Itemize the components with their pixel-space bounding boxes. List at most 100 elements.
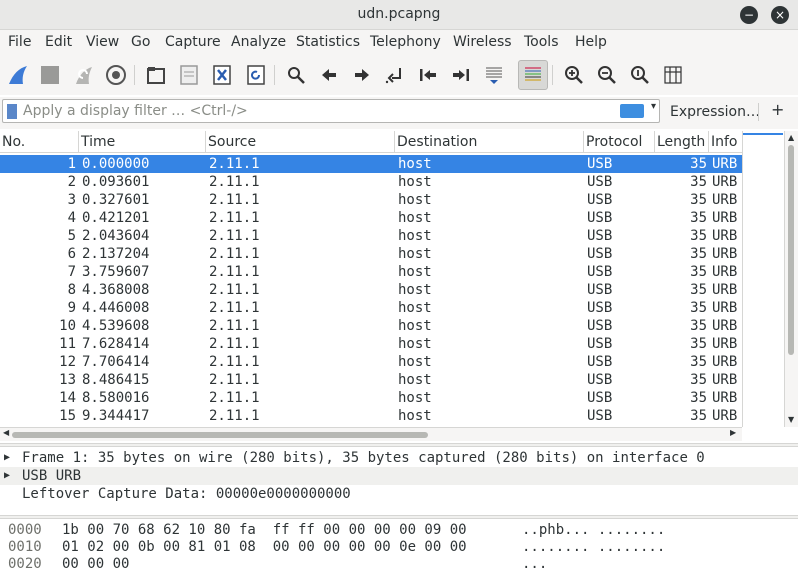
expand-arrow-icon[interactable]: ▶: [4, 449, 10, 467]
packet-row[interactable]: 3 0.327601 2.11.1 host USB 35 URB: [0, 191, 742, 209]
scroll-down-icon[interactable]: ▼: [788, 415, 794, 424]
packet-protocol: USB: [587, 300, 613, 316]
menu-view[interactable]: View: [86, 34, 119, 50]
menu-tools[interactable]: Tools: [524, 34, 559, 50]
minimize-button[interactable]: −: [740, 6, 758, 24]
pane-splitter[interactable]: [0, 515, 798, 519]
packet-source: 2.11.1: [209, 228, 260, 244]
menu-telephony[interactable]: Telephony: [370, 34, 441, 50]
packet-row[interactable]: 8 4.368008 2.11.1 host USB 35 URB: [0, 281, 742, 299]
packet-source: 2.11.1: [209, 318, 260, 334]
filter-history-dropdown-icon[interactable]: ▾: [651, 101, 656, 112]
packet-info: URB: [712, 228, 738, 244]
menu-edit[interactable]: Edit: [45, 34, 72, 50]
packet-row[interactable]: 13 8.486415 2.11.1 host USB 35 URB: [0, 371, 742, 389]
packet-row[interactable]: 1 0.000000 2.11.1 host USB 35 URB: [0, 155, 742, 173]
close-window-button[interactable]: ×: [771, 6, 789, 24]
scroll-left-icon[interactable]: ◀: [3, 428, 9, 437]
packet-info: URB: [712, 336, 738, 352]
packet-row[interactable]: 4 0.421201 2.11.1 host USB 35 URB: [0, 209, 742, 227]
reload-file-icon[interactable]: [244, 63, 268, 87]
first-packet-icon[interactable]: [416, 63, 440, 87]
autoscroll-icon[interactable]: [482, 63, 506, 87]
hex-bytes[interactable]: 1b 00 70 68 62 10 80 fa ff ff 00 00 00 0…: [62, 522, 467, 539]
packet-row[interactable]: 7 3.759607 2.11.1 host USB 35 URB: [0, 263, 742, 281]
column-header-time[interactable]: Time: [79, 131, 206, 153]
resize-columns-icon[interactable]: [661, 63, 685, 87]
detail-tree-item[interactable]: ▶ Frame 1: 35 bytes on wire (280 bits), 3…: [0, 449, 798, 467]
packet-protocol: USB: [587, 246, 613, 262]
menu-go[interactable]: Go: [131, 34, 150, 50]
column-header-destination[interactable]: Destination: [395, 131, 584, 153]
last-packet-icon[interactable]: [449, 63, 473, 87]
packet-row[interactable]: 14 8.580016 2.11.1 host USB 35 URB: [0, 389, 742, 407]
column-header-protocol[interactable]: Protocol: [584, 131, 655, 153]
ascii-bytes[interactable]: ........ ........: [522, 539, 665, 556]
open-file-icon[interactable]: [144, 63, 168, 87]
detail-tree-item[interactable]: Leftover Capture Data: 00000e0000000000: [0, 485, 798, 503]
toolbar-separator: [134, 65, 135, 85]
column-header-no[interactable]: No.: [0, 131, 79, 153]
menu-wireless[interactable]: Wireless: [453, 34, 512, 50]
zoom-out-icon[interactable]: [595, 63, 619, 87]
expand-arrow-icon[interactable]: ▶: [4, 467, 10, 485]
horizontal-scrollbar[interactable]: ◀ ▶: [0, 427, 742, 441]
apply-filter-arrow-icon[interactable]: [620, 104, 644, 118]
expression-button[interactable]: Expression…: [670, 104, 760, 120]
packet-time: 4.368008: [82, 282, 150, 298]
packet-protocol: USB: [587, 174, 613, 190]
go-back-icon[interactable]: [317, 63, 341, 87]
column-header-info[interactable]: Info: [709, 131, 742, 153]
packet-info: URB: [712, 372, 738, 388]
packet-list-header: No. Time Source Destination Protocol Len…: [0, 131, 742, 153]
detail-tree-item[interactable]: ▶ USB URB: [0, 467, 798, 485]
menu-statistics[interactable]: Statistics: [296, 34, 360, 50]
menu-capture[interactable]: Capture: [165, 34, 221, 50]
packet-row[interactable]: 5 2.043604 2.11.1 host USB 35 URB: [0, 227, 742, 245]
find-packet-icon[interactable]: [284, 63, 308, 87]
hex-offset[interactable]: 0010: [8, 539, 42, 556]
stop-capture-icon[interactable]: [38, 63, 62, 87]
packet-number: 11: [59, 336, 76, 352]
ascii-bytes[interactable]: ..phb... ........: [522, 522, 665, 539]
add-filter-button[interactable]: +: [771, 100, 784, 119]
restart-capture-icon[interactable]: [72, 63, 96, 87]
zoom-in-icon[interactable]: [562, 63, 586, 87]
hex-offset[interactable]: 0020: [8, 556, 42, 572]
packet-row[interactable]: 11 7.628414 2.11.1 host USB 35 URB: [0, 335, 742, 353]
packet-row[interactable]: 10 4.539608 2.11.1 host USB 35 URB: [0, 317, 742, 335]
close-file-icon[interactable]: [210, 63, 234, 87]
vertical-scroll-thumb[interactable]: [788, 145, 794, 355]
normal-size-icon[interactable]: [628, 63, 652, 87]
hex-bytes[interactable]: 00 00 00: [62, 556, 129, 572]
go-forward-icon[interactable]: [350, 63, 374, 87]
vertical-scrollbar[interactable]: ▲ ▼: [784, 131, 798, 427]
bookmark-icon[interactable]: [7, 104, 17, 119]
packet-row[interactable]: 9 4.446008 2.11.1 host USB 35 URB: [0, 299, 742, 317]
ascii-bytes[interactable]: ...: [522, 556, 547, 572]
menu-analyze[interactable]: Analyze: [231, 34, 286, 50]
colorize-icon[interactable]: [518, 60, 548, 90]
packet-row[interactable]: 2 0.093601 2.11.1 host USB 35 URB: [0, 173, 742, 191]
packet-row[interactable]: 12 7.706414 2.11.1 host USB 35 URB: [0, 353, 742, 371]
go-to-packet-icon[interactable]: [383, 63, 407, 87]
capture-options-icon[interactable]: [104, 63, 128, 87]
save-file-icon[interactable]: [177, 63, 201, 87]
packet-destination: host: [398, 210, 432, 226]
horizontal-scroll-thumb[interactable]: [12, 432, 428, 438]
display-filter-input[interactable]: [23, 103, 613, 119]
column-header-source[interactable]: Source: [206, 131, 395, 153]
menu-help[interactable]: Help: [575, 34, 607, 50]
scroll-up-icon[interactable]: ▲: [788, 133, 794, 142]
hex-bytes[interactable]: 01 02 00 0b 00 81 01 08 00 00 00 00 00 0…: [62, 539, 467, 556]
packet-number: 7: [67, 264, 76, 280]
menu-file[interactable]: File: [8, 34, 31, 50]
scroll-right-icon[interactable]: ▶: [730, 428, 736, 437]
hex-offset[interactable]: 0000: [8, 522, 42, 539]
packet-number: 14: [59, 390, 76, 406]
packet-row[interactable]: 6 2.137204 2.11.1 host USB 35 URB: [0, 245, 742, 263]
shark-fin-start-icon[interactable]: [6, 63, 30, 87]
column-header-length[interactable]: Length: [655, 131, 709, 153]
packet-minimap[interactable]: [742, 131, 784, 427]
packet-row[interactable]: 15 9.344417 2.11.1 host USB 35 URB: [0, 407, 742, 425]
